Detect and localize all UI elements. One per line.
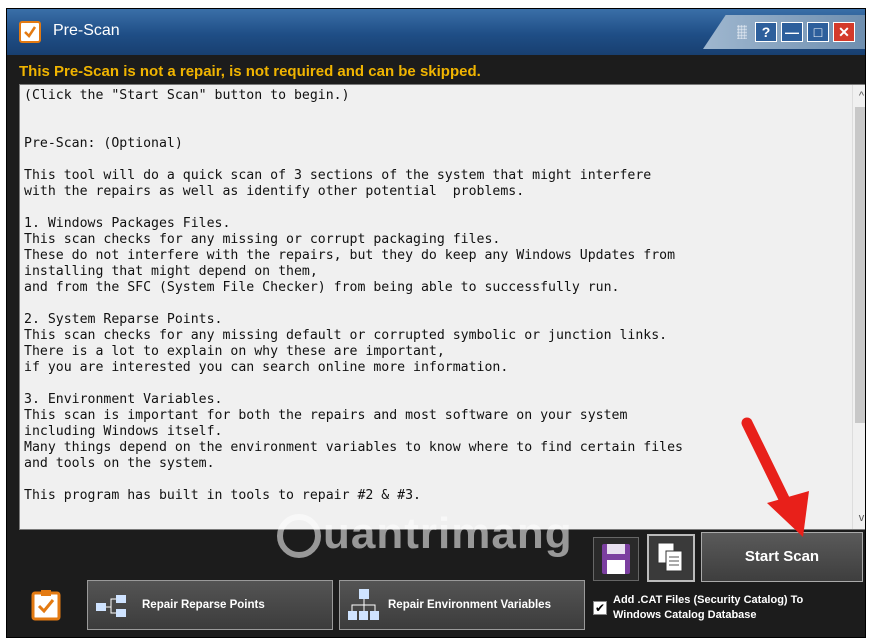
floppy-disk-icon (602, 544, 630, 574)
info-text-line: 2. System Reparse Points. (24, 312, 223, 327)
checklist-clipboard-icon (31, 590, 61, 621)
scroll-up-icon[interactable]: ^ (853, 87, 865, 105)
info-text-line: installing that might depend on them, (24, 264, 318, 279)
info-text-line: This scan checks for any missing default… (24, 328, 668, 343)
add-cat-files-checkbox[interactable]: ✔ (593, 601, 607, 615)
hierarchy-icon (348, 589, 379, 620)
info-text-line: These do not interfere with the repairs,… (24, 248, 676, 263)
maximize-button[interactable]: □ (807, 22, 829, 42)
info-text-line: and from the SFC (System File Checker) f… (24, 280, 620, 295)
info-text-line: 3. Environment Variables. (24, 392, 223, 407)
info-textarea[interactable]: (Click the "Start Scan" button to begin.… (19, 84, 865, 530)
info-text-line: with the repairs as well as identify oth… (24, 184, 525, 199)
info-text-line (24, 152, 848, 168)
repair-reparse-label: Repair Reparse Points (142, 599, 265, 611)
info-text-line: This tool will do a quick scan of 3 sect… (24, 168, 652, 183)
info-text-line: This scan is important for both the repa… (24, 408, 628, 423)
info-text-line: (Click the "Start Scan" button to begin.… (24, 88, 350, 103)
copy-icon (657, 542, 683, 572)
save-button[interactable] (593, 537, 639, 581)
minimize-button[interactable]: — (781, 22, 803, 42)
info-text-line: including Windows itself. (24, 424, 223, 439)
info-text-line: if you are interested you can search onl… (24, 360, 509, 375)
info-text-line: 1. Windows Packages Files. (24, 216, 231, 231)
close-button[interactable]: ✕ (833, 22, 855, 42)
tree-icon (96, 595, 126, 617)
repair-environment-variables-button[interactable]: Repair Environment Variables (339, 580, 585, 630)
vertical-scrollbar[interactable]: ^ v (852, 85, 865, 529)
info-text-line: Many things depend on the environment va… (24, 440, 683, 455)
scroll-down-icon[interactable]: v (853, 509, 865, 527)
info-text-line (24, 104, 848, 120)
repair-reparse-points-button[interactable]: Repair Reparse Points (87, 580, 333, 630)
info-text-line: Pre-Scan: (Optional) (24, 136, 183, 151)
add-cat-files-label: Add .CAT Files (Security Catalog) To Win… (613, 594, 804, 621)
info-text-line (24, 472, 848, 488)
copy-button[interactable] (647, 534, 695, 582)
pre-scan-window: Pre-Scan ? — □ ✕ This Pre-Scan is not a … (6, 8, 866, 638)
window-title: Pre-Scan (53, 22, 120, 39)
scroll-thumb[interactable] (855, 107, 865, 423)
title-bar[interactable]: Pre-Scan ? — □ ✕ (7, 9, 865, 55)
info-text-line (24, 376, 848, 392)
info-text-line: This scan checks for any missing or corr… (24, 232, 501, 247)
repair-env-label: Repair Environment Variables (388, 599, 551, 611)
info-text-line: This program has built in tools to repai… (24, 488, 421, 503)
help-button[interactable]: ? (755, 22, 777, 42)
window-controls: ? — □ ✕ (703, 15, 865, 49)
info-text-line: and tools on the system. (24, 456, 215, 471)
info-text-line (24, 296, 848, 312)
info-text-line: There is a lot to explain on why these a… (24, 344, 445, 359)
start-scan-button[interactable]: Start Scan (701, 532, 863, 582)
info-text-line (24, 120, 848, 136)
warning-text: This Pre-Scan is not a repair, is not re… (19, 63, 481, 80)
info-text: (Click the "Start Scan" button to begin.… (24, 88, 848, 524)
info-text-line (24, 200, 848, 216)
grip-icon (737, 25, 747, 39)
checklist-icon (19, 21, 41, 43)
